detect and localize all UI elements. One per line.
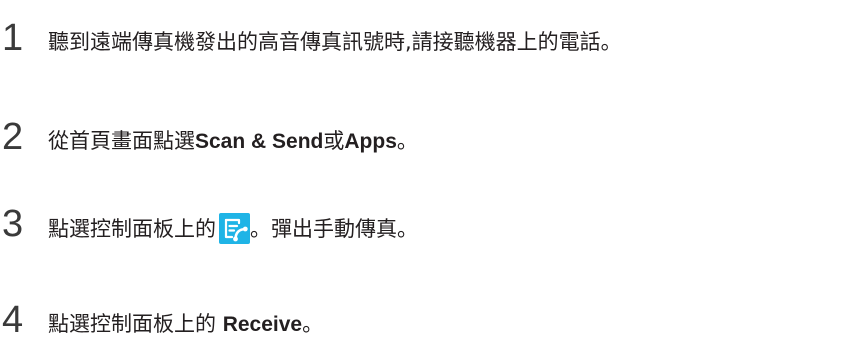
step-text-or: 或 (323, 129, 345, 153)
step-text-prefix: 從首頁畫面點選 (48, 129, 195, 153)
step-text-suffix: 。彈出手動傳真。 (250, 217, 418, 241)
step-number: 1 (2, 17, 24, 59)
step-3: 3 點選控制面板上的 。彈出手動傳真。 (0, 202, 858, 258)
step-number: 4 (2, 299, 24, 341)
step-text-suffix: 。 (302, 312, 324, 336)
step-2: 2 從首頁畫面點選Scan & Send或Apps。 (0, 115, 858, 171)
step-text: 點選控制面板上的 Receive。 (48, 309, 323, 340)
step-text-suffix: 。 (396, 129, 418, 153)
receive-label: Receive (222, 313, 303, 336)
step-1: 1 聽到遠端傳真機發出的高音傳真訊號時,請接聽機器上的電話。 (0, 16, 858, 72)
step-text: 從首頁畫面點選Scan & Send或Apps。 (48, 126, 418, 157)
apps-label: Apps (344, 130, 397, 153)
step-text-prefix: 點選控制面板上的 (48, 217, 216, 241)
step-text: 點選控制面板上的 。彈出手動傳真。 (48, 213, 418, 244)
step-text: 聽到遠端傳真機發出的高音傳真訊號時,請接聽機器上的電話。 (48, 30, 622, 54)
manual-fax-icon (219, 213, 250, 244)
step-number: 3 (2, 203, 24, 245)
step-4: 4 點選控制面板上的 Receive。 (0, 298, 858, 354)
step-number: 2 (2, 116, 24, 158)
scan-send-label: Scan & Send (195, 130, 324, 153)
step-text-prefix: 點選控制面板上的 (48, 312, 223, 336)
